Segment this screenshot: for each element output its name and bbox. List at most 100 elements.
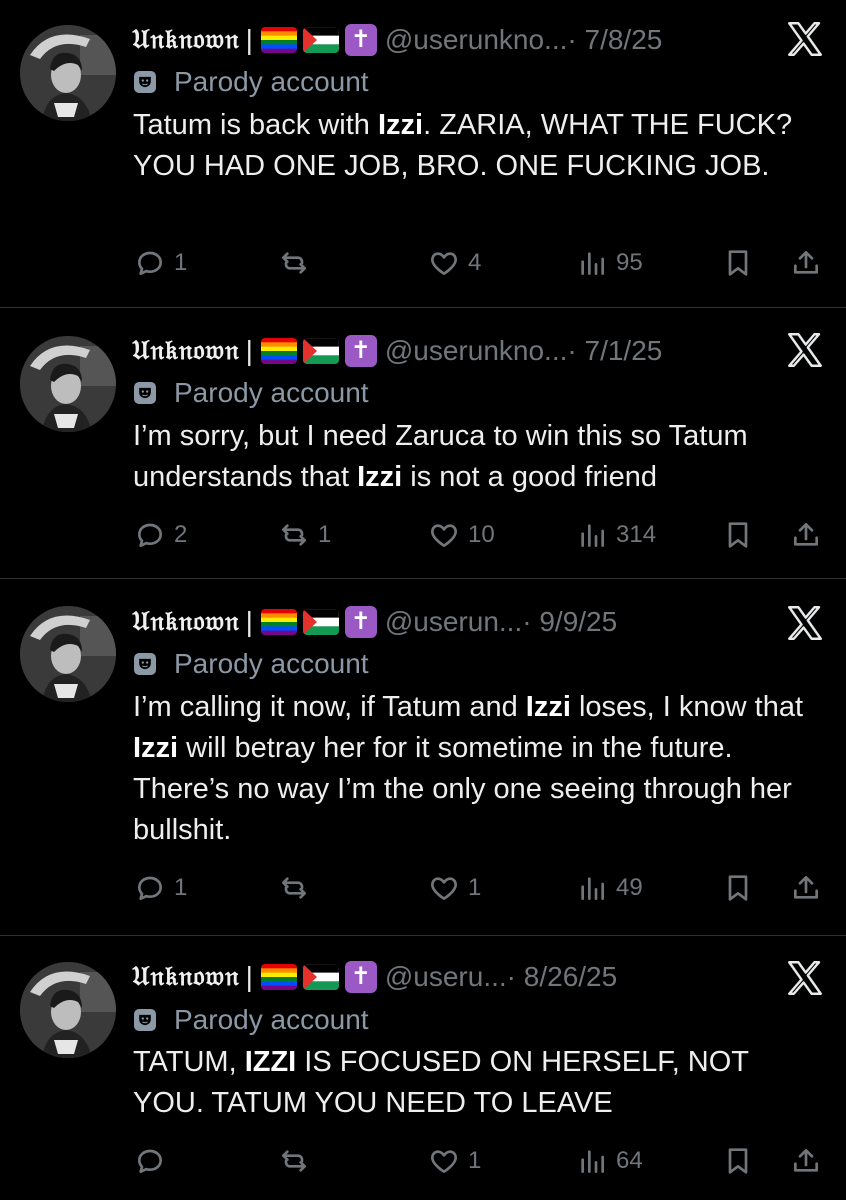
tweet-date[interactable]: · 8/26/25 [507, 961, 618, 993]
latin-cross-icon: ✝ [344, 961, 377, 993]
tweet[interactable]: 𝔘𝔫𝔨𝔫𝔬𝔴𝔫 | ✝ @userun... · 9/9/25 Parody a… [0, 580, 846, 936]
bookmark-icon [722, 1145, 754, 1177]
performing-arts-mask-icon [134, 1009, 156, 1031]
reply-button[interactable]: 1 [134, 868, 187, 908]
bookmark-button[interactable] [722, 243, 754, 283]
tweet-header: 𝔘𝔫𝔨𝔫𝔬𝔴𝔫 | ✝ @useru... · 8/26/25 [132, 957, 617, 997]
tweet[interactable]: 𝔘𝔫𝔨𝔫𝔬𝔴𝔫 | ✝ @userunkno... · 7/8/25 Parod… [0, 0, 846, 308]
reply-button[interactable]: 1 [134, 243, 187, 283]
views-icon [576, 872, 608, 904]
display-name[interactable]: 𝔘𝔫𝔨𝔫𝔬𝔴𝔫 [132, 606, 240, 638]
share-button[interactable] [790, 515, 822, 555]
avatar[interactable] [20, 606, 116, 702]
latin-cross-icon: ✝ [344, 24, 377, 56]
bookmark-button[interactable] [722, 1141, 754, 1181]
tweet[interactable]: 𝔘𝔫𝔨𝔫𝔬𝔴𝔫 | ✝ @useru... · 8/26/25 Parody a… [0, 937, 846, 1200]
rainbow-flag-icon [260, 338, 297, 364]
like-icon [428, 247, 460, 279]
share-button[interactable] [790, 868, 822, 908]
reply-icon [134, 872, 166, 904]
parody-label: Parody account [134, 1002, 369, 1038]
name-separator: | [245, 24, 253, 55]
like-icon [428, 872, 460, 904]
like-icon [428, 519, 460, 551]
share-icon [790, 247, 822, 279]
latin-cross-icon: ✝ [344, 335, 377, 367]
display-name[interactable]: 𝔘𝔫𝔨𝔫𝔬𝔴𝔫 [132, 335, 240, 367]
like-button[interactable]: 10 [428, 515, 495, 555]
name-separator: | [245, 961, 253, 992]
tweet-header: 𝔘𝔫𝔨𝔫𝔬𝔴𝔫 | ✝ @userunkno... · 7/8/25 [132, 20, 662, 60]
reply-icon [134, 519, 166, 551]
name-separator: | [245, 335, 253, 366]
repost-icon [278, 519, 310, 551]
user-handle[interactable]: @userunkno... [385, 24, 568, 56]
parody-label: Parody account [134, 375, 369, 411]
repost-button[interactable] [278, 243, 318, 283]
x-logo-icon [784, 957, 826, 999]
avatar[interactable] [20, 962, 116, 1058]
like-icon [428, 1145, 460, 1177]
palestine-flag-icon [302, 338, 339, 364]
avatar[interactable] [20, 25, 116, 121]
tweet-text: TATUM, IZZI IS FOCUSED ON HERSELF, NOT Y… [133, 1046, 749, 1119]
views-button[interactable]: 64 [576, 1141, 643, 1181]
x-logo-icon [784, 602, 826, 644]
bookmark-icon [722, 519, 754, 551]
user-handle[interactable]: @userun... [385, 606, 522, 638]
mention-highlight: Izzi [133, 732, 179, 764]
repost-button[interactable] [278, 868, 318, 908]
tweet-text: I’m calling it now, if Tatum and Izzi lo… [133, 691, 804, 846]
user-handle[interactable]: @useru... [385, 961, 507, 993]
avatar[interactable] [20, 336, 116, 432]
performing-arts-mask-icon [134, 382, 156, 404]
tweet-actions: 1 4 95 [0, 243, 846, 283]
share-icon [790, 1145, 822, 1177]
like-button[interactable]: 1 [428, 1141, 481, 1181]
share-button[interactable] [790, 1141, 822, 1181]
share-button[interactable] [790, 243, 822, 283]
views-icon [576, 247, 608, 279]
tweet-date[interactable]: · 7/1/25 [567, 335, 662, 367]
performing-arts-mask-icon [134, 653, 156, 675]
name-separator: | [245, 606, 253, 637]
mention-highlight: Izzi [525, 691, 571, 723]
tweet-actions: 1 1 49 [0, 868, 846, 908]
display-name[interactable]: 𝔘𝔫𝔨𝔫𝔬𝔴𝔫 [132, 24, 240, 56]
repost-button[interactable]: 1 [278, 515, 331, 555]
latin-cross-icon: ✝ [344, 606, 377, 638]
rainbow-flag-icon [260, 964, 297, 990]
performing-arts-mask-icon [134, 71, 156, 93]
parody-label: Parody account [134, 646, 369, 682]
repost-icon [278, 247, 310, 279]
share-icon [790, 872, 822, 904]
views-button[interactable]: 49 [576, 868, 643, 908]
tweet-actions: 1 64 [0, 1141, 846, 1181]
views-button[interactable]: 314 [576, 515, 656, 555]
bookmark-button[interactable] [722, 868, 754, 908]
x-logo-icon [784, 18, 826, 60]
tweet-actions: 2 1 10 314 [0, 515, 846, 555]
palestine-flag-icon [302, 27, 339, 53]
reply-icon [134, 247, 166, 279]
mention-highlight: IZZI [244, 1046, 297, 1078]
x-logo-icon [784, 329, 826, 371]
repost-button[interactable] [278, 1141, 318, 1181]
user-handle[interactable]: @userunkno... [385, 335, 568, 367]
reply-button[interactable] [134, 1141, 174, 1181]
share-icon [790, 519, 822, 551]
like-button[interactable]: 4 [428, 243, 481, 283]
repost-icon [278, 1145, 310, 1177]
bookmark-button[interactable] [722, 515, 754, 555]
views-icon [576, 519, 608, 551]
reply-button[interactable]: 2 [134, 515, 187, 555]
parody-label: Parody account [134, 64, 369, 100]
display-name[interactable]: 𝔘𝔫𝔨𝔫𝔬𝔴𝔫 [132, 961, 240, 993]
views-button[interactable]: 95 [576, 243, 643, 283]
tweet-header: 𝔘𝔫𝔨𝔫𝔬𝔴𝔫 | ✝ @userunkno... · 7/1/25 [132, 331, 662, 371]
like-button[interactable]: 1 [428, 868, 481, 908]
tweet[interactable]: 𝔘𝔫𝔨𝔫𝔬𝔴𝔫 | ✝ @userunkno... · 7/1/25 Parod… [0, 309, 846, 579]
tweet-date[interactable]: · 7/8/25 [567, 24, 662, 56]
palestine-flag-icon [302, 609, 339, 635]
tweet-date[interactable]: · 9/9/25 [522, 606, 617, 638]
